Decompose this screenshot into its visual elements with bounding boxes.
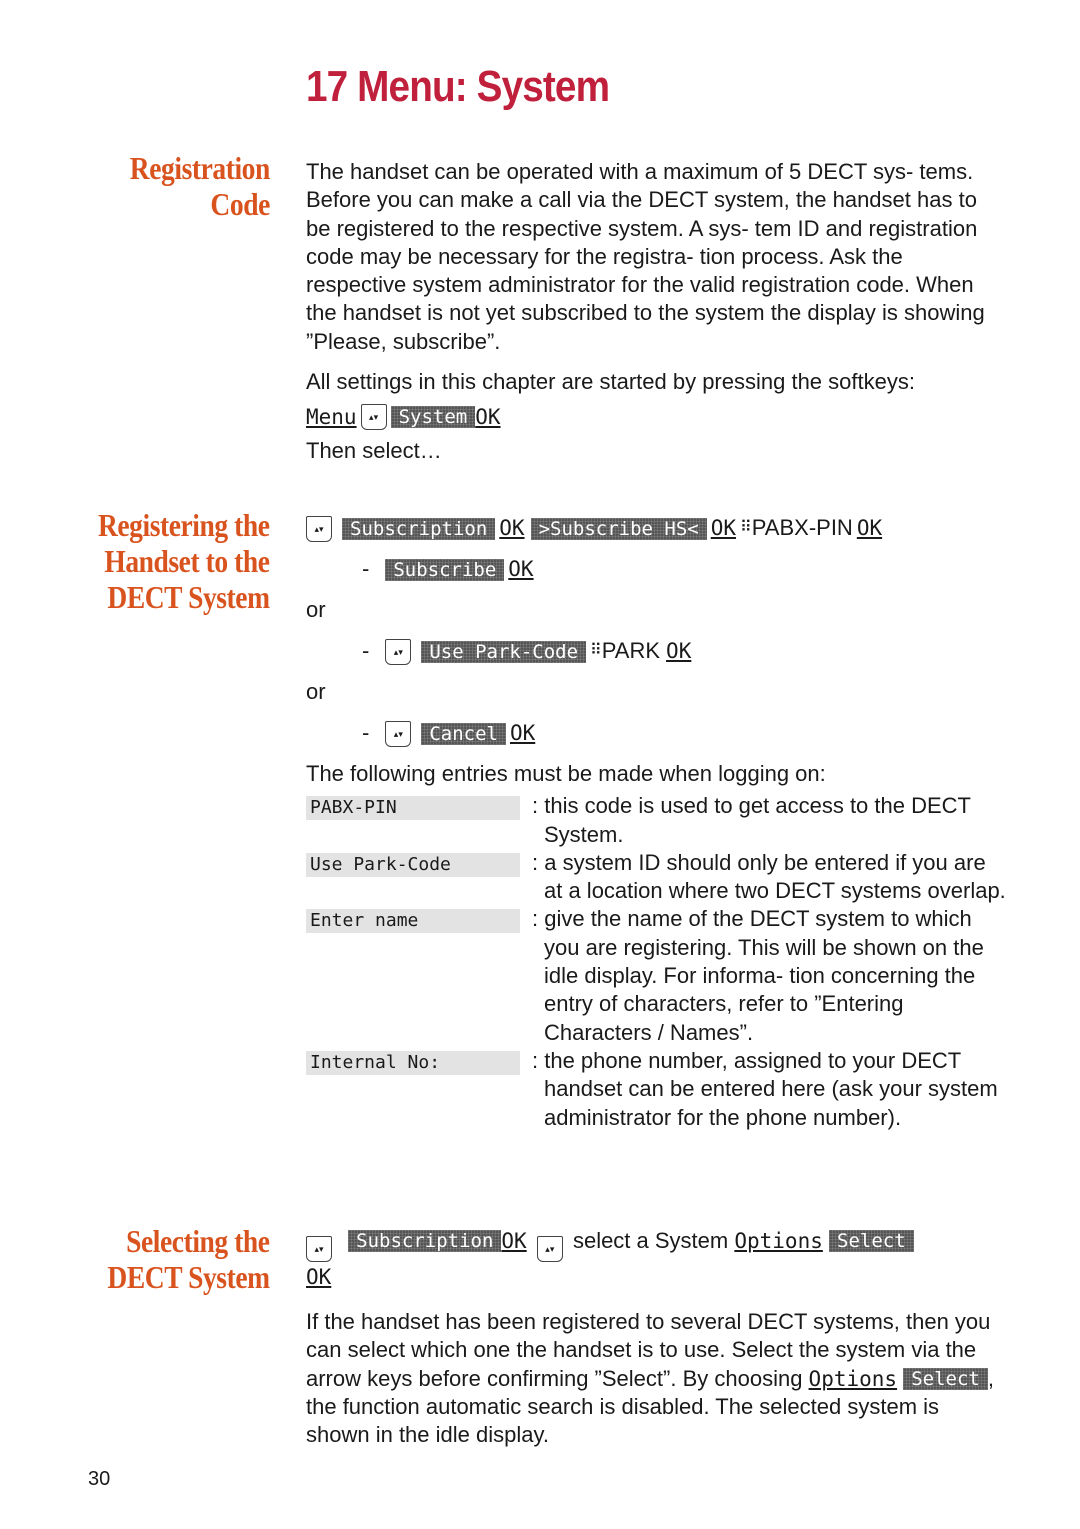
use-park-code-softkey[interactable]: Use Park-Code — [421, 640, 586, 663]
pabx-pin-text: PABX-PIN — [751, 515, 853, 541]
select-softkey[interactable]: Select — [829, 1230, 914, 1252]
or-text: or — [306, 679, 326, 705]
heading-registering-handset: Registering the Handset to the DECT Syst… — [98, 507, 270, 615]
entry-row: Enter name : give the name of the DECT sy… — [306, 905, 1006, 1046]
entry-description: : a system ID should only be entered if … — [532, 849, 1006, 904]
selecting-body: ▴▾ Subscription OK ▴▾ select a System Opt… — [306, 1226, 1006, 1449]
entry-row: Use Park-Code : a system ID should only b… — [306, 849, 1006, 906]
park-text: PARK — [601, 638, 661, 664]
then-select: Then select… — [306, 438, 442, 464]
ok-softkey[interactable]: OK — [711, 514, 736, 542]
intro-paragraph: The handset can be operated with a maxim… — [306, 159, 985, 354]
nav-key-icon: ▴▾ — [360, 403, 387, 430]
subscription-softkey[interactable]: Subscription — [348, 1230, 501, 1252]
entry-label: Use Park-Code — [306, 852, 520, 877]
ok-softkey[interactable]: OK — [510, 719, 535, 747]
system-softkey[interactable]: System — [391, 405, 476, 428]
selecting-paragraph: If the handset has been registered to se… — [306, 1309, 994, 1448]
dash: - — [362, 556, 370, 582]
entries-intro: The following entries must be made when … — [306, 761, 826, 786]
subscribe-hs-softkey[interactable]: >Subscribe HS< — [531, 517, 707, 540]
cancel-softkey[interactable]: Cancel — [421, 722, 506, 745]
keypad-icon: ⠿ — [590, 642, 602, 660]
ok-softkey[interactable]: OK — [499, 514, 524, 542]
ok-softkey[interactable]: OK — [666, 637, 691, 665]
nav-key-icon: ▴▾ — [306, 515, 332, 542]
page-number: 30 — [88, 1468, 111, 1490]
select-system-text: select a System — [572, 1228, 729, 1253]
entry-description: : give the name of the DECT system to wh… — [532, 906, 984, 1045]
entry-label: Internal No: — [306, 1050, 520, 1075]
options-softkey[interactable]: Options — [809, 1367, 898, 1391]
select-sequence: ▴▾ Subscription OK ▴▾ select a System Opt… — [306, 1226, 1006, 1292]
menu-softkey[interactable]: Menu — [306, 403, 357, 431]
nav-key-icon: ▴▾ — [306, 1236, 332, 1262]
ok-softkey[interactable]: OK — [508, 555, 533, 583]
entry-description: : this code is used to get access to the… — [532, 793, 971, 847]
registration-code-body: The handset can be operated with a maxim… — [306, 158, 1006, 466]
nav-key-icon: ▴▾ — [385, 638, 412, 665]
entries-list: PABX-PIN : this code is used to get acces… — [306, 792, 1006, 1132]
step-park-code: - ▴▾ Use Park-Code ⠿ PARK OK — [306, 631, 1006, 672]
ok-softkey[interactable]: OK — [857, 514, 882, 542]
ok-softkey[interactable]: OK — [475, 403, 500, 431]
nav-key-icon: ▴▾ — [385, 720, 412, 747]
subscribe-softkey[interactable]: Subscribe — [385, 558, 504, 581]
entry-label: PABX-PIN — [306, 796, 520, 821]
step-subscription: ▴▾ Subscription OK >Subscribe HS< OK ⠿ P… — [306, 508, 1006, 549]
entry-label: Enter name — [306, 909, 520, 934]
nav-key-icon: ▴▾ — [536, 1236, 563, 1262]
options-softkey[interactable]: Options — [734, 1229, 823, 1253]
dash: - — [362, 720, 370, 746]
softkey-sequence: Menu ▴▾ System OK — [306, 396, 1006, 437]
page-title: 17 Menu: System — [306, 62, 610, 111]
ok-softkey[interactable]: OK — [501, 1229, 526, 1253]
step-cancel: - ▴▾ Cancel OK — [306, 713, 1006, 754]
select-softkey[interactable]: Select — [903, 1367, 988, 1390]
heading-selecting-system: Selecting the DECT System — [107, 1223, 271, 1295]
dash: - — [362, 638, 370, 664]
step-subscribe: - Subscribe OK — [306, 549, 1006, 590]
subscription-softkey[interactable]: Subscription — [342, 517, 495, 540]
registering-body: ▴▾ Subscription OK >Subscribe HS< OK ⠿ P… — [306, 508, 1006, 1132]
entry-description: : the phone number, assigned to your DEC… — [532, 1047, 998, 1130]
heading-registration-code: Registration Code — [129, 150, 270, 222]
softkeys-intro: All settings in this chapter are started… — [306, 369, 915, 395]
entry-row: PABX-PIN : this code is used to get acces… — [306, 792, 1006, 849]
ok-softkey[interactable]: OK — [306, 1265, 331, 1289]
keypad-icon: ⠿ — [740, 519, 752, 537]
entry-row: Internal No: : the phone number, assigned… — [306, 1047, 1006, 1132]
or-text: or — [306, 597, 326, 623]
